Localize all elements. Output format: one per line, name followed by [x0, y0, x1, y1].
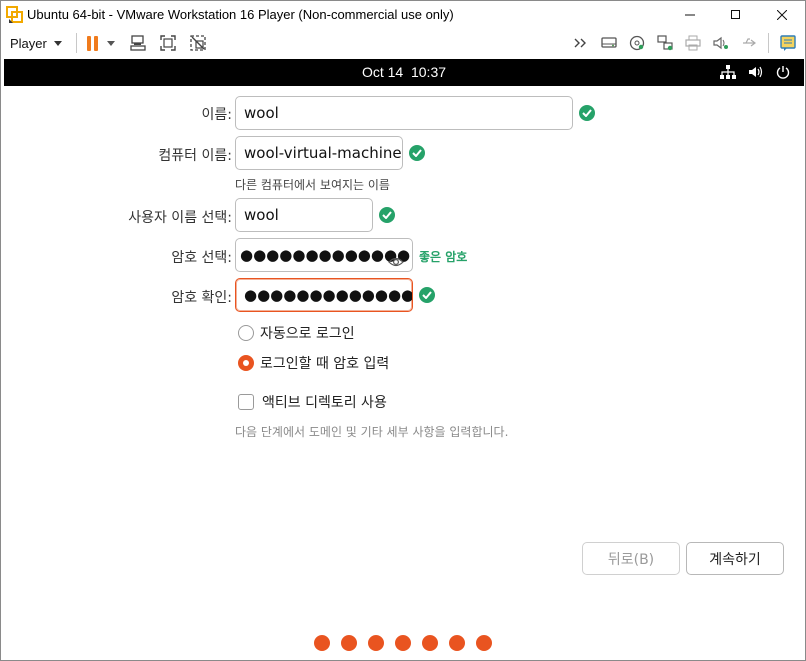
checkbox-unchecked-icon: [238, 394, 254, 410]
message-log-icon[interactable]: [777, 32, 799, 54]
chevron-down-icon: [53, 40, 62, 46]
network-adapter-icon[interactable]: [654, 32, 676, 54]
clock-time: 10:37: [410, 64, 447, 80]
toolbar-divider: [75, 33, 77, 53]
cd-dvd-icon[interactable]: [626, 32, 648, 54]
sound-card-icon[interactable]: [710, 32, 732, 54]
name-label: 이름:: [201, 107, 232, 123]
radio-require-password[interactable]: 로그인할 때 암호 입력: [238, 353, 389, 373]
computer-name-input[interactable]: wool-virtual-machine: [235, 136, 403, 170]
maximize-button[interactable]: [713, 1, 759, 28]
username-label: 사용자 이름 선택:: [128, 210, 232, 226]
check-icon: [409, 145, 425, 161]
password-confirm-label: 암호 확인:: [171, 290, 232, 306]
printer-icon[interactable]: [682, 32, 704, 54]
radio-unselected-icon: [238, 325, 254, 341]
active-directory-checkbox[interactable]: 액티브 디렉토리 사용: [238, 392, 387, 412]
progress-dot: [476, 635, 492, 651]
password-input[interactable]: ●●●●●●●●●●●●●: [235, 238, 413, 272]
player-menu[interactable]: Player: [10, 36, 62, 51]
who-are-you-page: 이름: wool 컴퓨터 이름: wool-virtual-machine 다른…: [4, 86, 804, 659]
player-toolbar: Player: [1, 28, 805, 58]
progress-dot: [368, 635, 384, 651]
window-title: Ubuntu 64-bit - VMware Workstation 16 Pl…: [27, 7, 454, 22]
username-input[interactable]: wool: [235, 198, 373, 232]
progress-dot: [395, 635, 411, 651]
clock-date: Oct 14: [361, 64, 404, 80]
password-strength: 좋은 암호: [419, 250, 468, 264]
check-icon: [579, 105, 595, 121]
vmware-logo-icon: [6, 5, 24, 24]
progress-dot: [449, 635, 465, 651]
installer-progress-dots: [314, 635, 492, 651]
radio-require-password-label: 로그인할 때 암호 입력: [260, 356, 390, 372]
player-menu-label: Player: [10, 35, 47, 51]
send-ctrl-alt-del-icon[interactable]: [127, 32, 149, 54]
minimize-button[interactable]: [667, 1, 713, 28]
title-bar: Ubuntu 64-bit - VMware Workstation 16 Pl…: [1, 1, 805, 28]
check-icon: [419, 287, 435, 303]
network-icon[interactable]: [720, 64, 736, 83]
progress-dot: [341, 635, 357, 651]
radio-auto-login-label: 자동으로 로그인: [260, 326, 355, 342]
unity-icon[interactable]: [187, 32, 209, 54]
pause-icon[interactable]: [86, 35, 98, 51]
progress-dot: [314, 635, 330, 651]
clock[interactable]: Oct 14 10:37: [4, 59, 804, 86]
vmware-player-window: Ubuntu 64-bit - VMware Workstation 16 Pl…: [0, 0, 806, 661]
fullscreen-icon[interactable]: [157, 32, 179, 54]
password-confirm-value: ●●●●●●●●●●●●●: [244, 286, 413, 304]
radio-auto-login[interactable]: 자동으로 로그인: [238, 323, 355, 343]
volume-icon[interactable]: [748, 64, 764, 83]
radio-selected-icon: [238, 355, 254, 371]
ubuntu-top-bar: Oct 14 10:37: [4, 59, 804, 86]
name-input[interactable]: wool: [235, 96, 573, 130]
hard-disk-icon[interactable]: [598, 32, 620, 54]
active-directory-note: 다음 단계에서 도메인 및 기타 세부 사항을 입력합니다.: [235, 425, 509, 439]
active-directory-label: 액티브 디렉토리 사용: [262, 395, 387, 411]
more-devices-icon[interactable]: [570, 32, 592, 54]
check-icon: [379, 207, 395, 223]
close-button[interactable]: [759, 1, 805, 28]
power-icon[interactable]: [776, 64, 790, 83]
toolbar-divider-right: [768, 33, 769, 53]
usb-icon[interactable]: [738, 32, 760, 54]
password-value: ●●●●●●●●●●●●●: [240, 246, 411, 264]
password-label: 암호 선택:: [171, 250, 232, 266]
password-confirm-input[interactable]: ●●●●●●●●●●●●●: [235, 278, 413, 312]
eye-icon[interactable]: [388, 248, 404, 271]
back-button[interactable]: 뒤로(B): [582, 542, 680, 575]
computer-name-label: 컴퓨터 이름:: [158, 148, 232, 164]
pause-menu-chevron-icon[interactable]: [106, 40, 115, 46]
computer-name-hint: 다른 컴퓨터에서 보여지는 이름: [235, 178, 390, 192]
progress-dot: [422, 635, 438, 651]
continue-button[interactable]: 계속하기: [686, 542, 784, 575]
